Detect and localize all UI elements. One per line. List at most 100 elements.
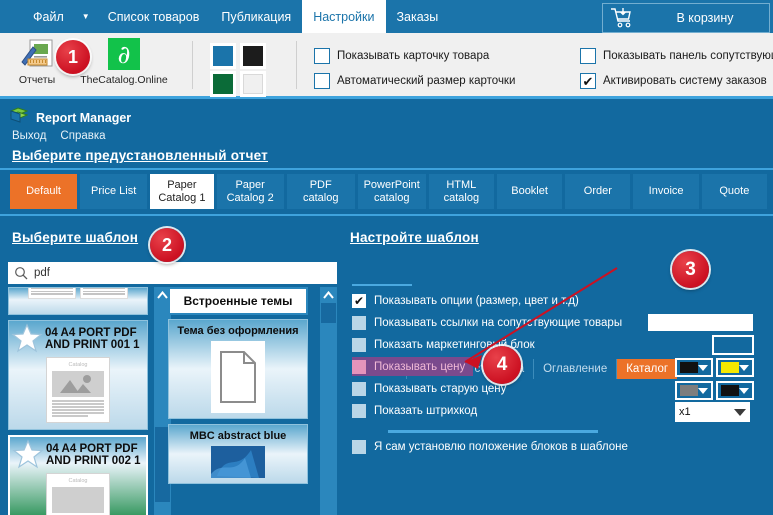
checkbox-box <box>352 439 366 454</box>
template-thumbnail: Catalog <box>46 473 110 515</box>
option-label: Показывать старую цену <box>374 382 507 395</box>
thumbnail-caption: Catalog <box>68 362 88 368</box>
chevron-up-icon[interactable] <box>320 287 337 303</box>
option-show-old-price[interactable]: Показывать старую цену <box>352 379 506 398</box>
thecatalog-online-button[interactable]: ∂ TheCatalog.Online <box>76 36 172 86</box>
option-manual-block-position[interactable]: Я сам установлю положение блоков в шабло… <box>352 437 628 456</box>
chevron-down-icon <box>698 387 708 394</box>
template-card[interactable]: 04 A4 PORT PDF AND PRINT 001 1 Catalog <box>8 320 148 430</box>
thumbnail-caption: Catalog <box>68 478 88 484</box>
related-links-input[interactable] <box>648 314 753 331</box>
report-document-icon <box>20 36 54 72</box>
checkbox-label: Показывать карточку товара <box>337 50 490 62</box>
report-manager-panel: Report Manager Выход Справка Выберите пр… <box>0 102 773 515</box>
option-label: Показывать цену <box>374 360 466 373</box>
report-manager-menu: Выход Справка <box>12 130 106 142</box>
blue-swatch[interactable] <box>210 43 236 69</box>
preset-order[interactable]: Order <box>565 174 631 209</box>
option-show-related-links[interactable]: Показывать ссылки на сопутствующие товар… <box>352 313 622 332</box>
preset-price-list[interactable]: Price List <box>80 174 148 209</box>
preset-quote[interactable]: Quote <box>701 174 767 209</box>
menu-item-publication[interactable]: Публикация <box>210 0 302 33</box>
oldprice-back-color-combo[interactable] <box>716 381 754 400</box>
menu-exit[interactable]: Выход <box>12 130 46 142</box>
theme-name: Тема без оформления <box>177 325 299 337</box>
barcode-scale-select[interactable]: x1 <box>675 402 750 422</box>
color-swatch <box>721 362 739 373</box>
checkbox-label: Показывать панель сопутствующю <box>603 50 773 62</box>
price-back-color-combo[interactable] <box>716 358 754 377</box>
checkbox-show-related-panel[interactable]: Показывать панель сопутствующю <box>580 48 773 64</box>
theme-list-scrollbar[interactable] <box>320 287 337 515</box>
checkbox-auto-card-size[interactable]: Автоматический размер карточки <box>314 73 515 89</box>
checkbox-show-product-card[interactable]: Показывать карточку товара <box>314 48 489 64</box>
favorite-star-icon[interactable] <box>12 439 44 469</box>
theme-card-mbc-abstract-blue[interactable]: MBC abstract blue <box>168 424 308 484</box>
template-browser: 04 A4 PORT PDF AND PRINT 001 1 Catalog 0… <box>8 287 337 515</box>
template-list-column[interactable]: 04 A4 PORT PDF AND PRINT 001 1 Catalog 0… <box>8 287 164 515</box>
callout-1: 1 <box>56 40 90 74</box>
white-swatch[interactable] <box>240 71 266 97</box>
preset-powerpoint-catalog[interactable]: PowerPoint catalog <box>357 174 426 209</box>
ribbon-toolbar: Отчеты ∂ TheCatalog.Online Показывать ка… <box>0 33 773 99</box>
add-to-cart-button[interactable]: В корзину <box>602 3 770 33</box>
chevron-down-icon <box>698 364 708 371</box>
preset-invoice[interactable]: Invoice <box>633 174 699 209</box>
thecatalog-online-icon: ∂ <box>108 36 140 72</box>
main-menu-bar: Файл ▼ Список товаров Публикация Настрой… <box>0 0 773 33</box>
option-show-options[interactable]: ✔ Показывать опции (размер, цвет и.т.д) <box>352 291 579 310</box>
preset-html-catalog[interactable]: HTML catalog <box>428 174 494 209</box>
checkbox-box <box>314 73 330 89</box>
search-icon <box>8 266 34 280</box>
green-swatch[interactable] <box>210 71 236 97</box>
checkbox-box <box>352 359 366 374</box>
oldprice-fore-color-combo[interactable] <box>675 381 713 400</box>
checkbox-box <box>352 403 366 418</box>
favorite-star-icon[interactable] <box>11 323 43 353</box>
theme-preview-image <box>211 446 265 478</box>
svg-text:∂: ∂ <box>118 40 131 69</box>
chevron-down-icon[interactable]: ▼ <box>75 0 97 33</box>
option-show-price[interactable]: Показывать цену <box>352 357 474 376</box>
menu-item-product-list[interactable]: Список товаров <box>97 0 211 33</box>
template-heading: Выберите шаблон <box>12 230 139 245</box>
theme-card-blank[interactable]: Тема без оформления <box>168 319 308 419</box>
option-show-barcode[interactable]: Показать штрихкод <box>352 401 477 420</box>
add-to-cart-label: В корзину <box>676 11 734 25</box>
callout-3: 3 <box>672 251 709 288</box>
theme-list-column[interactable]: Встроенные темы Тема без оформления MBC … <box>168 287 324 515</box>
checkbox-label: Автоматический размер карточки <box>337 75 516 87</box>
checkbox-activate-order-system[interactable]: ✔ Активировать систему заказов <box>580 73 767 89</box>
menu-item-orders[interactable]: Заказы <box>386 0 450 33</box>
menu-help[interactable]: Справка <box>60 130 105 142</box>
checkbox-box <box>352 315 366 330</box>
preset-report-heading: Выберите предустановленный отчет <box>12 148 268 163</box>
preset-paper-catalog-1[interactable]: Paper Catalog 1 <box>150 174 214 209</box>
checkbox-box <box>352 337 366 352</box>
tab-catalog[interactable]: Каталог <box>617 359 678 379</box>
menu-item-settings[interactable]: Настройки <box>302 0 386 33</box>
template-card-selected[interactable]: 04 A4 PORT PDF AND PRINT 002 1 Catalog <box>8 435 148 515</box>
tab-table-of-contents[interactable]: Оглавление <box>534 359 618 379</box>
report-manager-title: Report Manager <box>9 107 132 128</box>
color-swatch <box>721 385 739 396</box>
preset-default[interactable]: Default <box>10 174 78 209</box>
price-fore-color-combo[interactable] <box>675 358 713 377</box>
mini-preview <box>80 288 128 300</box>
preset-pdf-catalog[interactable]: PDF catalog <box>286 174 355 209</box>
template-card-partial[interactable] <box>8 287 148 315</box>
preset-paper-catalog-2[interactable]: Paper Catalog 2 <box>216 174 284 209</box>
thecatalog-online-label: TheCatalog.Online <box>80 74 168 86</box>
template-search-input[interactable]: pdf <box>8 262 337 284</box>
black-swatch[interactable] <box>240 43 266 69</box>
preset-booklet[interactable]: Booklet <box>496 174 563 209</box>
settings-heading: Настройте шаблон <box>350 230 479 245</box>
mini-preview <box>28 288 76 300</box>
scrollbar-thumb[interactable] <box>321 303 336 323</box>
marketing-block-box[interactable] <box>712 335 754 355</box>
chevron-down-icon <box>734 408 746 416</box>
chevron-down-icon <box>739 387 749 394</box>
menu-item-file[interactable]: Файл <box>22 0 75 33</box>
preset-report-tabs: Default Price List Paper Catalog 1 Paper… <box>10 174 767 209</box>
report-manager-title-text: Report Manager <box>36 110 132 125</box>
